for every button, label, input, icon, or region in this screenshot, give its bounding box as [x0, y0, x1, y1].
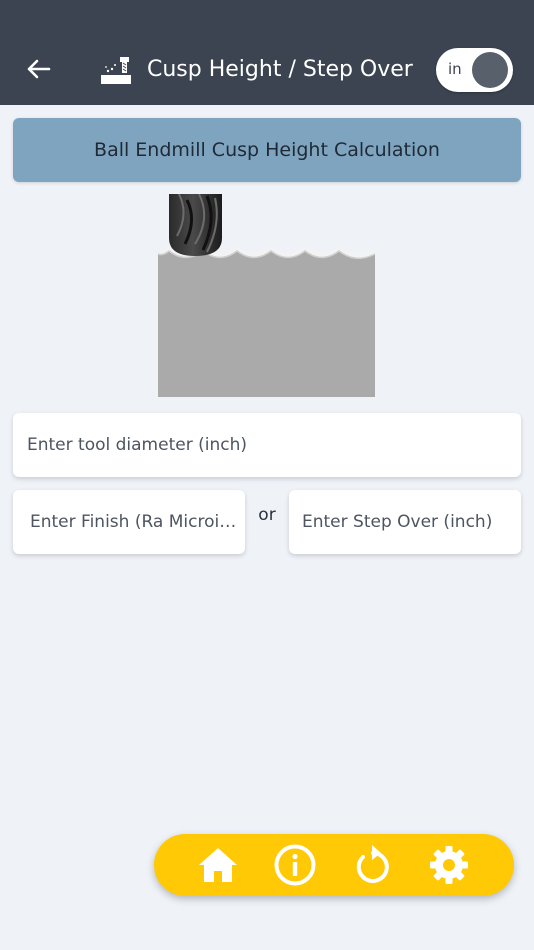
- info-icon: [274, 844, 316, 886]
- reset-button[interactable]: [349, 843, 395, 887]
- unit-toggle[interactable]: in: [436, 48, 513, 92]
- tool-diameter-input[interactable]: [27, 435, 521, 455]
- finish-input[interactable]: [30, 512, 237, 532]
- bottom-action-bar: [154, 834, 514, 896]
- home-button[interactable]: [195, 843, 241, 887]
- toggle-knob: [472, 52, 508, 88]
- back-button[interactable]: [22, 55, 54, 83]
- settings-icon: [430, 846, 468, 884]
- settings-button[interactable]: [426, 843, 472, 887]
- page-title: Cusp Height / Step Over: [147, 57, 413, 82]
- arrow-left-icon: [27, 59, 51, 79]
- or-label: or: [258, 505, 276, 525]
- tool-diameter-field[interactable]: [13, 413, 521, 477]
- step-over-input[interactable]: [302, 512, 513, 532]
- unit-toggle-label: in: [448, 60, 462, 78]
- reset-icon: [356, 845, 389, 883]
- finish-field[interactable]: [13, 490, 245, 554]
- calculation-title-banner: Ball Endmill Cusp Height Calculation: [13, 118, 521, 182]
- step-over-field[interactable]: [289, 490, 521, 554]
- app-bar: Cusp Height / Step Over in: [0, 0, 534, 105]
- home-icon: [199, 848, 237, 882]
- ball-endmill-cusp-illustration: [157, 194, 376, 397]
- cnc-mill-icon: [101, 57, 131, 84]
- info-button[interactable]: [272, 843, 318, 887]
